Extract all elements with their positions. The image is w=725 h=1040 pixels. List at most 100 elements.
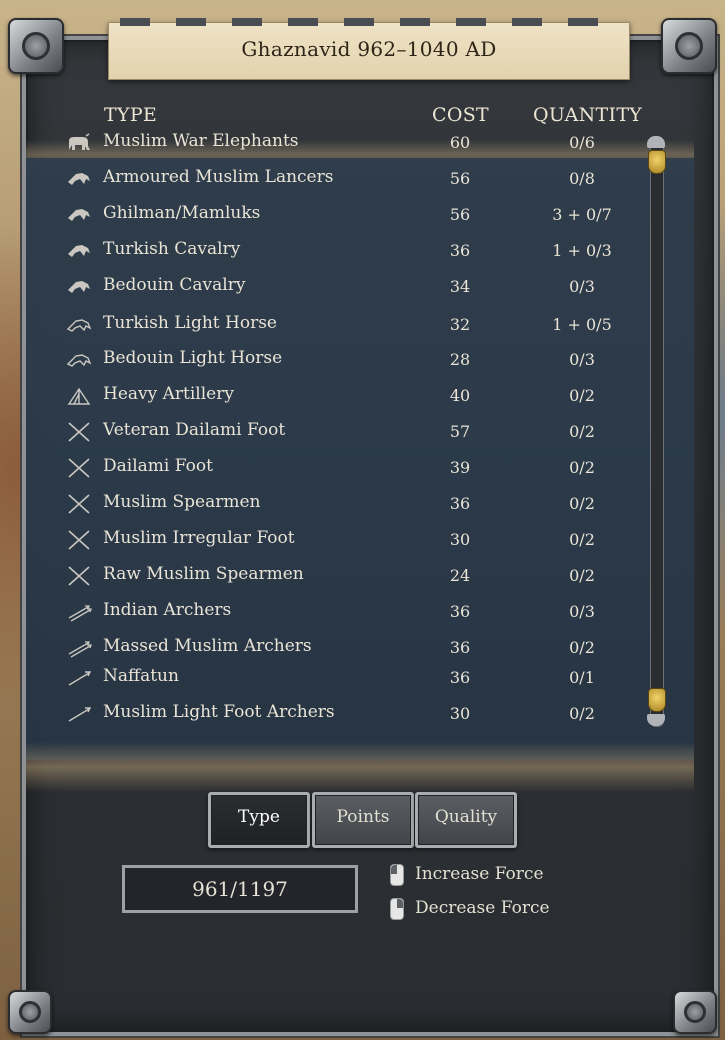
title-banner: Ghaznavid 962–1040 AD	[108, 22, 630, 80]
column-header-quantity[interactable]: QUANTITY	[533, 104, 642, 126]
scroll-up-arrow-icon[interactable]	[647, 136, 665, 148]
unit-row[interactable]: Bedouin Cavalry 34 0/3	[60, 272, 640, 302]
crossed-spears-icon	[66, 529, 92, 551]
unit-cost: 32	[449, 315, 471, 334]
unit-cost: 36	[449, 668, 471, 687]
unit-row[interactable]: Bedouin Light Horse 28 0/3	[60, 345, 640, 375]
scrollbar-thumb-bottom[interactable]	[648, 688, 666, 712]
unit-row[interactable]: Indian Archers 36 0/3	[60, 597, 640, 627]
unit-quantity: 0/2	[569, 422, 595, 441]
arrows-icon	[66, 601, 92, 623]
army-title: Ghaznavid 962–1040 AD	[241, 37, 497, 61]
unit-name: Massed Muslim Archers	[103, 636, 312, 656]
corner-ornament-icon	[661, 18, 717, 74]
increase-force-label: Increase Force	[415, 864, 544, 884]
unit-cost: 36	[449, 494, 471, 513]
scrollbar-thumb-top[interactable]	[648, 150, 666, 174]
unit-quantity: 0/2	[569, 638, 595, 657]
unit-quantity: 1 + 0/3	[552, 241, 612, 260]
unit-name: Ghilman/Mamluks	[103, 203, 261, 223]
arrow-icon	[66, 667, 92, 689]
unit-cost: 60	[449, 133, 471, 152]
unit-row[interactable]: Raw Muslim Spearmen 24 0/2	[60, 561, 640, 591]
unit-cost: 24	[449, 566, 471, 585]
unit-row[interactable]: Heavy Artillery 40 0/2	[60, 381, 640, 411]
sort-by-points-button[interactable]: Points	[312, 792, 414, 848]
crossed-spears-icon	[66, 493, 92, 515]
unit-name: Turkish Light Horse	[103, 313, 277, 333]
unit-name: Dailami Foot	[103, 456, 213, 476]
corner-ornament-icon	[8, 18, 64, 74]
sort-by-quality-button[interactable]: Quality	[415, 792, 517, 848]
unit-row[interactable]: Armoured Muslim Lancers 56 0/8	[60, 164, 640, 194]
unit-cost: 30	[449, 530, 471, 549]
unit-cost: 56	[449, 205, 471, 224]
map-band-bottom	[26, 742, 694, 792]
unit-row[interactable]: Muslim War Elephants 60 0/6	[60, 128, 640, 158]
arrows-icon	[66, 637, 92, 659]
unit-quantity: 1 + 0/5	[552, 315, 612, 334]
crossed-spears-icon	[66, 457, 92, 479]
unit-cost: 34	[449, 277, 471, 296]
unit-quantity: 0/6	[569, 133, 595, 152]
unit-quantity: 0/3	[569, 277, 595, 296]
unit-quantity: 0/2	[569, 386, 595, 405]
column-header-cost[interactable]: COST	[432, 104, 489, 126]
unit-quantity: 0/1	[569, 668, 595, 687]
left-mouse-button-icon	[390, 864, 404, 886]
force-points-display: 961/1197	[122, 865, 358, 913]
artillery-icon	[66, 385, 92, 407]
unit-name: Veteran Dailami Foot	[103, 420, 286, 440]
unit-cost: 36	[449, 638, 471, 657]
sort-by-type-button[interactable]: Type	[208, 792, 310, 848]
heavy-cavalry-icon	[66, 168, 92, 190]
unit-quantity: 0/2	[569, 494, 595, 513]
unit-name: Indian Archers	[103, 600, 232, 620]
unit-row[interactable]: Turkish Light Horse 32 1 + 0/5	[60, 310, 640, 340]
unit-cost: 36	[449, 241, 471, 260]
unit-name: Bedouin Light Horse	[103, 348, 283, 368]
corner-ornament-icon	[8, 990, 52, 1034]
column-header-type[interactable]: TYPE	[104, 104, 157, 126]
light-horse-icon	[66, 314, 92, 336]
unit-row[interactable]: Muslim Irregular Foot 30 0/2	[60, 525, 640, 555]
unit-name: Bedouin Cavalry	[103, 275, 246, 295]
heavy-cavalry-icon	[66, 240, 92, 262]
unit-row[interactable]: Muslim Light Foot Archers 30 0/2	[60, 699, 640, 729]
unit-quantity: 0/2	[569, 458, 595, 477]
unit-row[interactable]: Naffatun 36 0/1	[60, 663, 640, 693]
corner-ornament-icon	[673, 990, 717, 1034]
heavy-cavalry-icon	[66, 276, 92, 298]
unit-cost: 56	[449, 169, 471, 188]
unit-cost: 36	[449, 602, 471, 621]
right-mouse-button-icon	[390, 898, 404, 920]
unit-cost: 28	[449, 350, 471, 369]
unit-row[interactable]: Turkish Cavalry 36 1 + 0/3	[60, 236, 640, 266]
crossed-spears-icon	[66, 565, 92, 587]
unit-quantity: 3 + 0/7	[552, 205, 612, 224]
decrease-force-label: Decrease Force	[415, 898, 550, 918]
unit-name: Muslim Light Foot Archers	[103, 702, 335, 722]
elephant-icon	[66, 132, 92, 154]
unit-quantity: 0/2	[569, 566, 595, 585]
unit-name: Raw Muslim Spearmen	[103, 564, 304, 584]
scrollbar-track[interactable]	[650, 140, 664, 727]
unit-quantity: 0/8	[569, 169, 595, 188]
unit-row[interactable]: Dailami Foot 39 0/2	[60, 453, 640, 483]
unit-name: Turkish Cavalry	[103, 239, 241, 259]
unit-quantity: 0/2	[569, 704, 595, 723]
unit-cost: 30	[449, 704, 471, 723]
unit-cost: 57	[449, 422, 471, 441]
unit-row[interactable]: Muslim Spearmen 36 0/2	[60, 489, 640, 519]
unit-name: Muslim Irregular Foot	[103, 528, 295, 548]
unit-name: Muslim War Elephants	[103, 131, 299, 151]
unit-name: Armoured Muslim Lancers	[103, 167, 334, 187]
unit-row[interactable]: Veteran Dailami Foot 57 0/2	[60, 417, 640, 447]
unit-quantity: 0/3	[569, 350, 595, 369]
unit-row[interactable]: Ghilman/Mamluks 56 3 + 0/7	[60, 200, 640, 230]
unit-cost: 40	[449, 386, 471, 405]
banner-studs	[120, 18, 616, 26]
unit-cost: 39	[449, 458, 471, 477]
unit-row[interactable]: Massed Muslim Archers 36 0/2	[60, 633, 640, 663]
heavy-cavalry-icon	[66, 204, 92, 226]
